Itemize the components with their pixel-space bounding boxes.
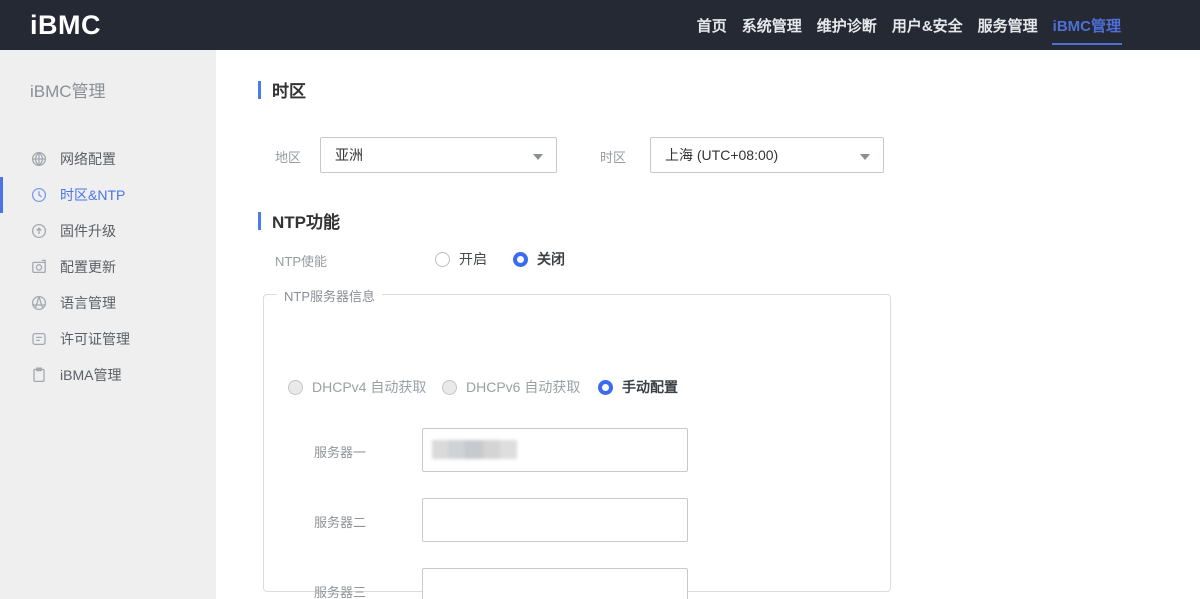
server3-input[interactable] [422,568,688,599]
ntp-server-group-legend: NTP服务器信息 [277,286,382,305]
sidebar-item-label: 网络配置 [60,149,116,169]
nav-item-system[interactable]: 系统管理 [741,0,803,50]
ntp-mode-dhcpv6-radio: DHCPv6 自动获取 [442,377,580,397]
sidebar-item-label: iBMA管理 [60,365,121,385]
nav-item-home[interactable]: 首页 [696,0,728,50]
server2-label: 服务器二 [314,512,366,531]
sidebar-title: iBMC管理 [30,77,216,102]
nav-item-service[interactable]: 服务管理 [977,0,1039,50]
nav-item-maintenance[interactable]: 维护诊断 [816,0,878,50]
sidebar-item-label: 配置更新 [60,257,116,277]
timezone-select[interactable]: 上海 (UTC+08:00) [650,137,884,173]
sidebar-item-network[interactable]: 网络配置 [0,141,216,177]
ntp-enable-off-radio[interactable]: 关闭 [513,249,565,269]
sidebar-item-label: 时区&NTP [60,185,125,205]
license-icon [30,331,47,348]
region-label: 地区 [275,147,301,166]
sidebar-item-ibma[interactable]: iBMA管理 [0,357,216,393]
server2-input[interactable] [422,498,688,542]
sidebar-item-language[interactable]: 语言管理 [0,285,216,321]
network-icon [30,151,47,168]
radio-checked-icon [513,252,528,267]
sidebar-item-timezone-ntp[interactable]: 时区&NTP [0,177,216,213]
config-update-icon [30,259,47,276]
server1-input-wrap [422,428,688,472]
clipboard-icon [30,367,47,384]
nav-item-ibmc[interactable]: iBMC管理 [1052,0,1122,50]
sidebar-item-label: 固件升级 [60,221,116,241]
caret-down-icon [860,154,870,160]
clock-icon [30,187,47,204]
radio-disabled-icon [288,380,303,395]
timezone-label: 时区 [600,147,626,166]
top-nav-menu: 首页 系统管理 维护诊断 用户&安全 服务管理 iBMC管理 [696,0,1122,50]
section-accent-bar [258,212,261,230]
ntp-mode-dhcpv4-radio: DHCPv4 自动获取 [288,377,426,397]
region-select[interactable]: 亚洲 [320,137,557,173]
top-navbar: iBMC 首页 系统管理 维护诊断 用户&安全 服务管理 iBMC管理 [0,0,1200,50]
server1-label: 服务器一 [314,442,366,461]
radio-disabled-icon [442,380,457,395]
main-content: 时区 地区 亚洲 时区 上海 (UTC+08:00) NTP功能 NTP使能 开… [216,50,1200,599]
region-selected-value: 亚洲 [335,145,363,165]
ntp-mode-manual-radio[interactable]: 手动配置 [598,377,678,397]
sidebar-item-firmware[interactable]: 固件升级 [0,213,216,249]
app-logo: iBMC [30,10,101,41]
sidebar-item-config-update[interactable]: 配置更新 [0,249,216,285]
radio-checked-icon [598,380,613,395]
ntp-enable-label: NTP使能 [275,251,327,270]
radio-unchecked-icon [435,252,450,267]
server3-label: 服务器三 [314,582,366,599]
ntp-enable-on-radio[interactable]: 开启 [435,249,487,269]
sidebar-item-label: 语言管理 [60,293,116,313]
server1-input[interactable] [422,428,688,472]
sidebar: iBMC管理 网络配置 时区&NTP 固件升 [0,50,216,599]
ntp-server-group: NTP服务器信息 DHCPv4 自动获取 DHCPv6 自动获取 手动配置 服务… [263,294,891,592]
timezone-selected-value: 上海 (UTC+08:00) [665,145,778,165]
sidebar-item-label: 许可证管理 [60,329,130,349]
ntp-section-title: NTP功能 [258,208,340,233]
section-accent-bar [258,81,261,99]
nav-item-user-security[interactable]: 用户&安全 [891,0,964,50]
sidebar-item-license[interactable]: 许可证管理 [0,321,216,357]
language-icon [30,295,47,312]
timezone-section-title: 时区 [258,77,306,102]
upgrade-icon [30,223,47,240]
sidebar-menu: 网络配置 时区&NTP 固件升级 配置更 [0,141,216,393]
caret-down-icon [533,154,543,160]
